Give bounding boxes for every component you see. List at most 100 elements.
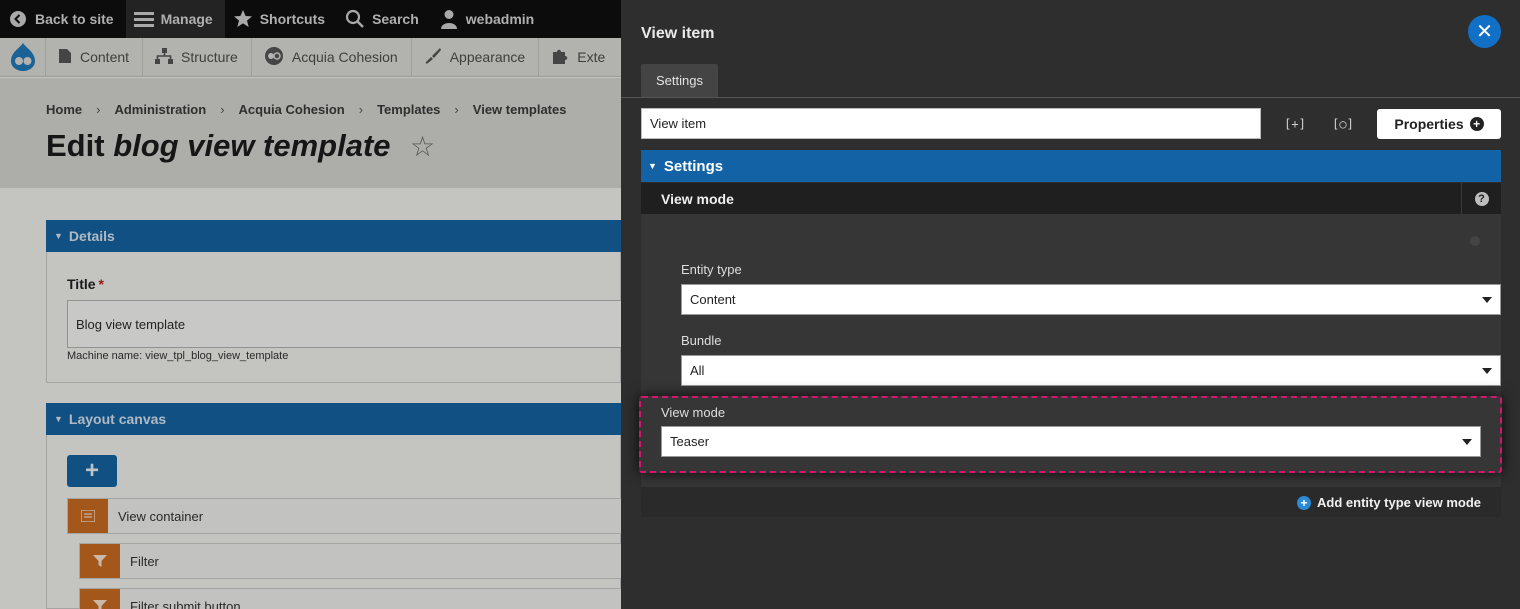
puzzle-icon: [551, 47, 569, 68]
view-mode-group-title: View mode: [661, 190, 734, 207]
canvas-row-filter[interactable]: Filter: [79, 543, 621, 579]
structure-icon: [155, 47, 174, 67]
view-mode-highlight: View mode Teaser: [639, 396, 1502, 473]
item-name-value: View item: [650, 116, 707, 131]
breadcrumb-link[interactable]: Templates: [377, 102, 440, 117]
view-item-panel: View item ✕ Settings View item [+] [○] P…: [621, 0, 1520, 609]
paintbrush-icon: [424, 47, 442, 68]
menu-icon: [133, 9, 154, 29]
breadcrumb-link[interactable]: Administration: [114, 102, 206, 117]
container-icon: [68, 499, 108, 533]
admin-toolbar: Back to site Manage Shortcuts Search web…: [0, 0, 621, 38]
back-arrow-icon: [8, 9, 28, 29]
canvas-row-filter-submit[interactable]: Filter submit button: [79, 588, 621, 609]
panel-title: View item: [641, 25, 715, 42]
tray-item-content[interactable]: Content: [46, 37, 144, 77]
shortcuts-tab[interactable]: Shortcuts: [225, 0, 337, 38]
settings-section-header[interactable]: ▼ Settings: [641, 150, 1501, 182]
user-label: webadmin: [465, 11, 535, 27]
bundle-label: Bundle: [681, 333, 722, 348]
settings-section-label: Settings: [663, 157, 724, 175]
page-header: Home › Administration › Acquia Cohesion …: [0, 78, 621, 188]
title-field-label: Title *: [67, 276, 104, 292]
drupal-logo-icon[interactable]: [0, 37, 46, 77]
entity-type-value: Content: [690, 292, 736, 307]
canvas-row-label: View container: [118, 508, 204, 524]
dropdown-caret-icon: [1482, 368, 1492, 374]
close-button[interactable]: ✕: [1468, 15, 1501, 48]
tray-item-label: Structure: [181, 49, 238, 65]
search-fields-button[interactable]: [○]: [1330, 113, 1356, 135]
tray-item-label: Appearance: [449, 49, 526, 65]
expand-icon: [+]: [1284, 117, 1306, 131]
tab-settings-label: Settings: [656, 73, 703, 88]
bundle-select[interactable]: All: [681, 355, 1501, 386]
breadcrumb-link[interactable]: View templates: [473, 102, 567, 117]
document-icon: [58, 48, 72, 67]
properties-button[interactable]: Properties +: [1377, 109, 1501, 139]
breadcrumb: Home › Administration › Acquia Cohesion …: [46, 102, 566, 117]
user-tab[interactable]: webadmin: [431, 0, 546, 38]
layout-canvas-header[interactable]: ▼ Layout canvas: [46, 403, 621, 435]
filter-icon: [80, 589, 120, 609]
page-title-name: blog view template: [113, 128, 391, 163]
search-tab[interactable]: Search: [337, 0, 431, 38]
view-mode-group-header: View mode ?: [641, 183, 1501, 214]
page-title-prefix: Edit: [46, 128, 105, 163]
admin-tray: Content Structure Acquia Cohesion Appear…: [0, 37, 621, 77]
star-icon: [233, 9, 253, 29]
manage-label: Manage: [160, 11, 213, 27]
breadcrumb-separator: ›: [220, 102, 225, 117]
plus-circle-icon: +: [1469, 117, 1484, 131]
canvas-row-label: Filter: [130, 553, 159, 569]
back-to-site-label: Back to site: [35, 11, 114, 27]
shortcut-star-icon[interactable]: ☆: [410, 130, 435, 163]
canvas-row-view-container[interactable]: View container: [67, 498, 621, 534]
breadcrumb-separator: ›: [454, 102, 459, 117]
details-fieldset-header[interactable]: ▼ Details: [46, 220, 621, 252]
add-entity-type-view-mode-link[interactable]: + Add entity type view mode: [1297, 495, 1481, 510]
triangle-down-icon: ▼: [648, 161, 657, 171]
tray-item-structure[interactable]: Structure: [143, 37, 252, 77]
tab-divider: [621, 97, 1520, 98]
required-marker: *: [98, 276, 104, 292]
triangle-down-icon: ▼: [54, 414, 63, 424]
title-input[interactable]: Blog view template: [67, 300, 621, 348]
help-icon: ?: [1474, 191, 1489, 206]
breadcrumb-link[interactable]: Acquia Cohesion: [239, 102, 345, 117]
tray-item-label: Content: [80, 49, 130, 65]
add-entity-type-view-mode-label: Add entity type view mode: [1317, 495, 1481, 510]
dropdown-caret-icon: [1482, 297, 1492, 303]
title-input-value: Blog view template: [76, 316, 186, 332]
breadcrumb-separator: ›: [96, 102, 101, 117]
help-button[interactable]: ?: [1461, 183, 1501, 214]
tray-item-label: Exte: [577, 49, 606, 65]
entity-type-select[interactable]: Content: [681, 284, 1501, 315]
machine-name: Machine name: view_tpl_blog_view_templat…: [67, 350, 289, 362]
expand-all-button[interactable]: [+]: [1282, 113, 1308, 135]
back-to-site-link[interactable]: Back to site: [0, 0, 126, 38]
filter-icon: [80, 544, 120, 578]
tab-settings[interactable]: Settings: [641, 64, 718, 97]
tray-item-appearance[interactable]: Appearance: [412, 37, 540, 77]
triangle-down-icon: ▼: [54, 231, 63, 241]
shortcuts-label: Shortcuts: [259, 11, 326, 27]
search-icon: [345, 9, 365, 29]
item-name-input[interactable]: View item: [641, 108, 1261, 139]
breadcrumb-link[interactable]: Home: [46, 102, 82, 117]
zoom-icon: [○]: [1332, 117, 1354, 131]
manage-tab[interactable]: Manage: [125, 0, 225, 38]
page-title: Edit blog view template: [46, 128, 391, 164]
add-circle-icon: +: [1297, 495, 1312, 510]
add-entity-view-mode-bar: + Add entity type view mode: [641, 487, 1501, 517]
properties-label: Properties: [1394, 116, 1464, 132]
breadcrumb-separator: ›: [358, 102, 364, 117]
tray-item-extend[interactable]: Exte: [539, 38, 618, 77]
add-element-button[interactable]: +: [67, 455, 117, 487]
view-mode-label: View mode: [661, 405, 726, 420]
user-icon: [439, 9, 459, 29]
bundle-value: All: [690, 363, 705, 378]
tray-item-acquia-cohesion[interactable]: Acquia Cohesion: [252, 37, 412, 77]
layout-canvas-label: Layout canvas: [68, 411, 167, 427]
view-mode-select[interactable]: Teaser: [661, 426, 1481, 457]
